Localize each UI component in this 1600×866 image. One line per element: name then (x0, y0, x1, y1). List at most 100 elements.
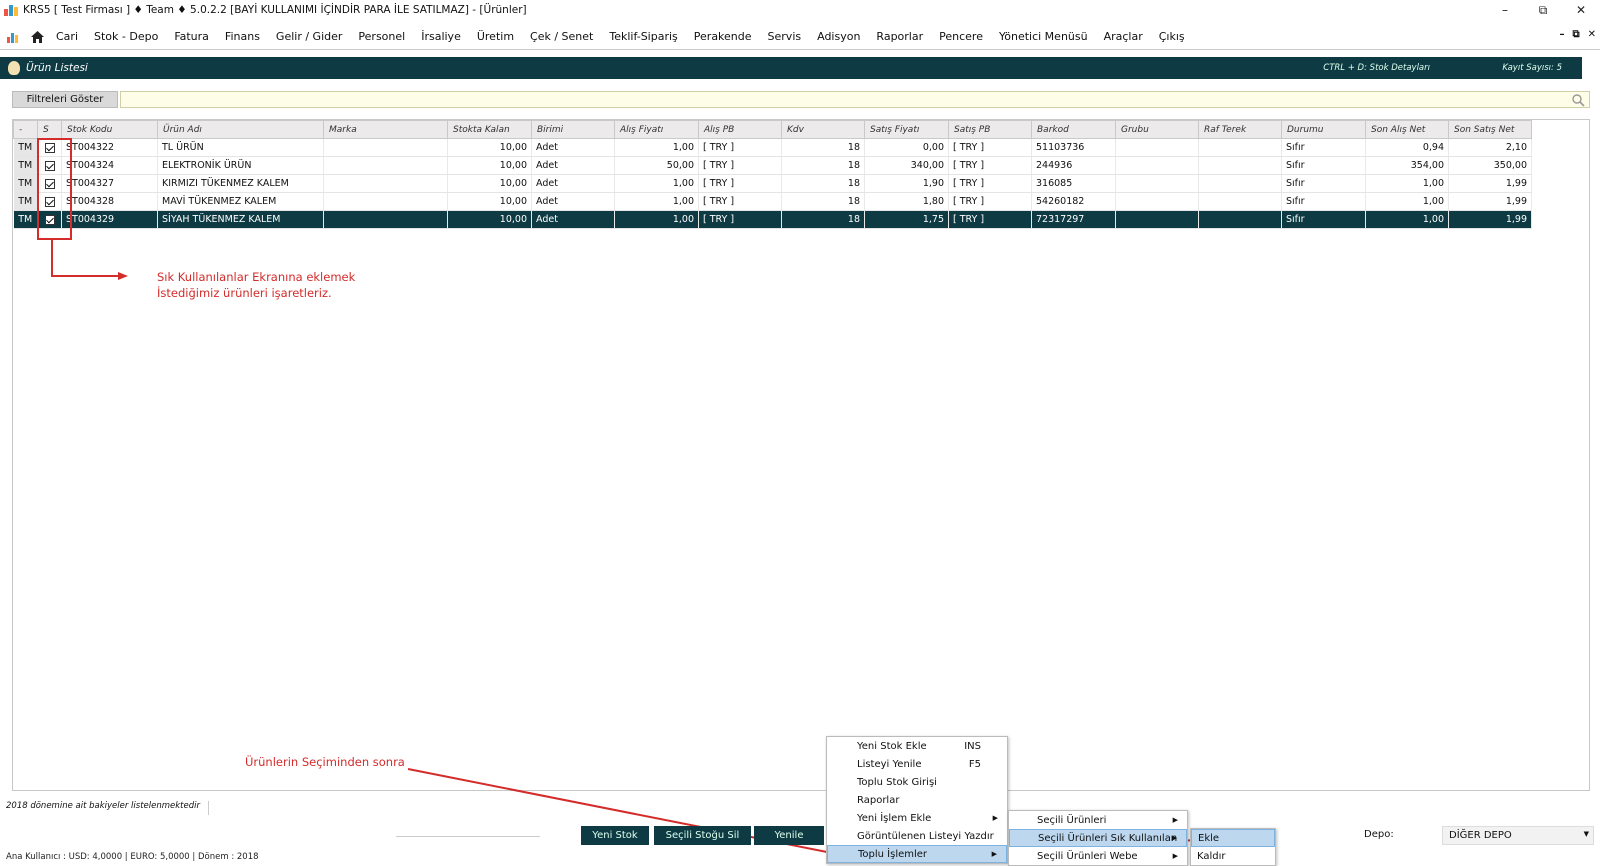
chevron-down-icon[interactable]: ▼ (1584, 830, 1589, 838)
column-header[interactable]: Kdv (781, 120, 865, 139)
search-icon[interactable] (1571, 93, 1585, 107)
column-header[interactable]: S (37, 120, 62, 139)
show-filters-button[interactable]: Filtreleri Göster (12, 91, 118, 108)
row-checkbox[interactable] (44, 214, 55, 225)
row-checkbox[interactable] (44, 196, 55, 207)
table-row[interactable]: TM ST004322 TL ÜRÜN 10,00 Adet 1,00[ TRY ] 18 0… (13, 138, 1532, 157)
row-checkbox[interactable] (44, 160, 55, 171)
bulk-submenu-item-label: Seçili Ürünleri Webe (1037, 850, 1138, 862)
mdi-restore-button[interactable]: ⧉ (1572, 29, 1579, 40)
context-menu-item-5[interactable]: Görüntülenen Listeyi Yazdır (827, 827, 1007, 845)
menu-item-16[interactable]: Araçlar (1096, 30, 1151, 43)
column-header[interactable]: Alış PB (698, 120, 782, 139)
context-menu-item-1[interactable]: Listeyi Yenile F5 (827, 755, 1007, 773)
favorites-submenu-item-0[interactable]: Ekle (1191, 829, 1275, 847)
filter-input[interactable] (120, 91, 1590, 108)
bulk-submenu-item-2[interactable]: Seçili Ürünleri Webe ▶ (1009, 847, 1187, 865)
cell-barkod: 244936 (1031, 156, 1116, 175)
refresh-button[interactable]: Yenile (754, 826, 824, 845)
mdi-minimize-button[interactable]: – (1559, 29, 1564, 40)
menu-item-1[interactable]: Stok - Depo (86, 30, 166, 43)
table-row[interactable]: TM ST004327 KIRMIZI TÜKENMEZ KALEM 10,00 Ade… (13, 174, 1532, 193)
column-header[interactable]: Son Satış Net (1448, 120, 1532, 139)
menu-item-15[interactable]: Yönetici Menüsü (991, 30, 1096, 43)
column-header[interactable]: Ürün Adı (157, 120, 324, 139)
favorites-submenu-item-1[interactable]: Kaldır (1191, 847, 1275, 865)
product-grid: - S Stok Kodu Ürün Adı Marka Stokta Kalan Biri… (12, 119, 1590, 791)
menu-item-11[interactable]: Servis (760, 30, 810, 43)
row-checkbox[interactable] (44, 178, 55, 189)
context-menu-item-0[interactable]: Yeni Stok Ekle INS (827, 737, 1007, 755)
context-menu-item-2[interactable]: Toplu Stok Girişi (827, 773, 1007, 791)
context-menu-item-3[interactable]: Raporlar (827, 791, 1007, 809)
column-header[interactable]: Barkod (1031, 120, 1116, 139)
table-row[interactable]: TM ST004324 ELEKTRONİK ÜRÜN 10,00 Adet 50,00[… (13, 156, 1532, 175)
cell-stok: 10,00 (447, 138, 532, 157)
context-menu-item-6[interactable]: Toplu İşlemler ▶ (827, 845, 1007, 863)
depo-select[interactable]: DİĞER DEPO ▼ (1442, 826, 1594, 845)
column-header[interactable]: Grubu (1115, 120, 1199, 139)
column-header[interactable]: Stok Kodu (61, 120, 158, 139)
bulk-submenu-item-label: Seçili Ürünleri Sık Kullanılan (1038, 832, 1178, 844)
row-type-cell: TM (13, 174, 38, 193)
product-list-icon (8, 61, 20, 75)
column-header[interactable]: Marka (323, 120, 448, 139)
column-header[interactable]: Satış PB (948, 120, 1032, 139)
depo-value: DİĞER DEPO (1449, 830, 1512, 841)
minimize-button[interactable]: – (1486, 0, 1524, 20)
bulk-submenu-item-0[interactable]: Seçili Ürünleri ▶ (1009, 811, 1187, 829)
new-stock-button[interactable]: Yeni Stok (581, 826, 649, 845)
menu-item-2[interactable]: Fatura (166, 30, 217, 43)
close-button[interactable]: ✕ (1562, 0, 1600, 20)
column-header[interactable]: Stokta Kalan (447, 120, 532, 139)
menu-item-6[interactable]: İrsaliye (413, 30, 469, 43)
menu-item-10[interactable]: Perakende (686, 30, 760, 43)
column-header[interactable]: Birimi (531, 120, 615, 139)
bulk-submenu-item-1[interactable]: Seçili Ürünleri Sık Kullanılan ▶ (1009, 829, 1187, 847)
mdi-close-button[interactable]: ✕ (1588, 29, 1596, 40)
column-header[interactable]: Son Alış Net (1365, 120, 1449, 139)
delete-selected-stock-button[interactable]: Seçili Stoğu Sil (654, 826, 751, 845)
menu-item-8[interactable]: Çek / Senet (522, 30, 601, 43)
column-header[interactable]: Alış Fiyatı (614, 120, 699, 139)
cell-marka (323, 156, 448, 175)
column-header[interactable]: - (13, 120, 38, 139)
column-header[interactable]: Satış Fiyatı (864, 120, 949, 139)
cell-satis_pb: [ TRY ] (948, 174, 1032, 193)
menu-item-9[interactable]: Teklif-Sipariş (601, 30, 685, 43)
cell-alis: 50,00 (614, 156, 699, 175)
menu-item-3[interactable]: Finans (217, 30, 268, 43)
menu-item-17[interactable]: Çıkış (1151, 30, 1193, 43)
cell-alis_pb: [ TRY ] (698, 174, 782, 193)
context-menu-item-label: Raporlar (857, 794, 900, 806)
menu-item-5[interactable]: Personel (350, 30, 413, 43)
cell-barkod: 54260182 (1031, 192, 1116, 211)
app-menu-icon[interactable] (2, 27, 24, 47)
cell-grup (1115, 156, 1199, 175)
column-header[interactable]: Raf Terek (1198, 120, 1282, 139)
table-row[interactable]: TM ST004329 SİYAH TÜKENMEZ KALEM 10,00 Adet 1… (13, 210, 1532, 229)
menu-item-7[interactable]: Üretim (469, 30, 522, 43)
menu-item-4[interactable]: Gelir / Gider (268, 30, 350, 43)
cell-barkod: 72317297 (1031, 210, 1116, 229)
table-row[interactable]: TM ST004328 MAVİ TÜKENMEZ KALEM 10,00 Adet 1,… (13, 192, 1532, 211)
cell-barkod: 51103736 (1031, 138, 1116, 157)
menu-item-12[interactable]: Adisyon (809, 30, 868, 43)
cell-satis: 1,80 (864, 192, 949, 211)
cell-stok: 10,00 (447, 174, 532, 193)
depo-label: Depo: (1364, 829, 1394, 840)
menu-item-14[interactable]: Pencere (931, 30, 991, 43)
menu-item-0[interactable]: Cari (48, 30, 86, 43)
restore-button[interactable]: ⧉ (1524, 0, 1562, 20)
menu-item-13[interactable]: Raporlar (868, 30, 931, 43)
column-header[interactable]: Durumu (1281, 120, 1366, 139)
favorites-submenu-item-label: Kaldır (1197, 850, 1226, 862)
context-menu-item-4[interactable]: Yeni İşlem Ekle ▶ (827, 809, 1007, 827)
home-icon[interactable] (26, 27, 48, 47)
cell-satis: 1,75 (864, 210, 949, 229)
context-menu-item-label: Görüntülenen Listeyi Yazdır (857, 830, 994, 842)
row-checkbox[interactable] (44, 142, 55, 153)
chevron-right-icon: ▶ (991, 850, 997, 858)
cell-son_alis: 1,00 (1365, 174, 1449, 193)
cell-son_satis: 350,00 (1448, 156, 1532, 175)
